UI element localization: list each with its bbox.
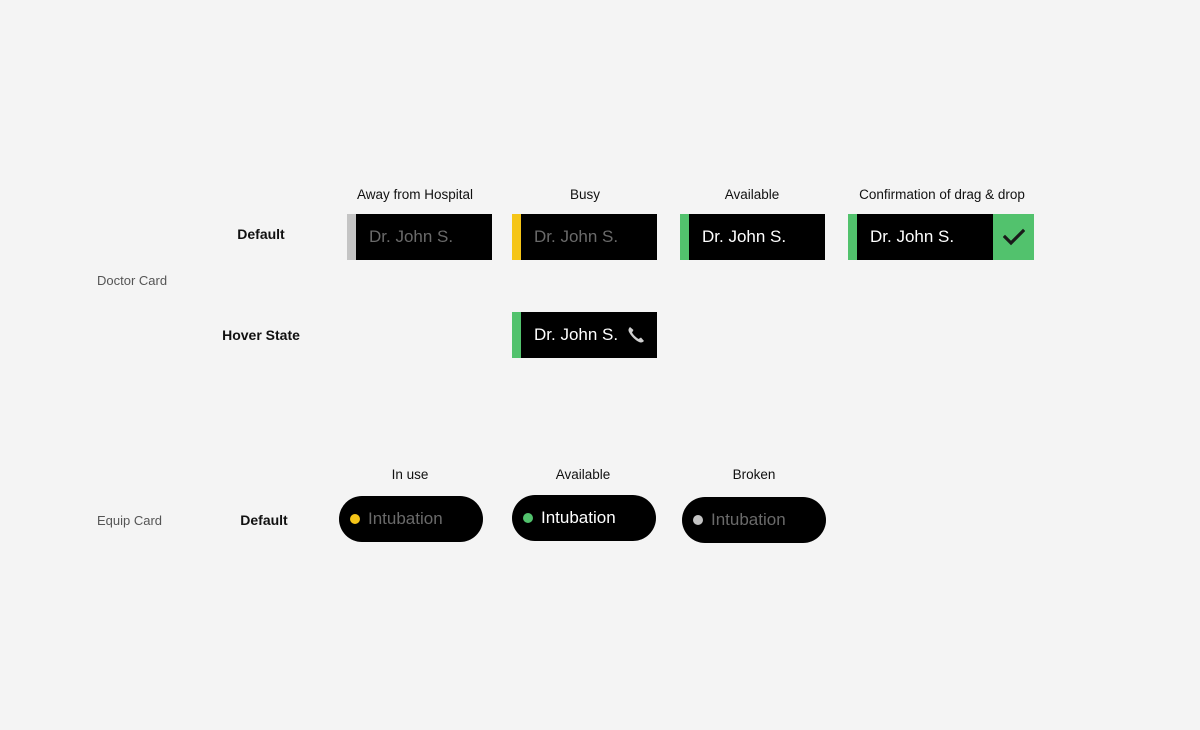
equip-name: Intubation (711, 510, 786, 529)
equip-card-in-use[interactable]: Intubation (339, 496, 483, 542)
doctor-card-away[interactable]: Dr. John S. (347, 214, 492, 260)
col-head-confirmation: Confirmation of drag & drop (859, 187, 1025, 202)
status-dot-available (523, 513, 533, 523)
status-stripe-available (848, 214, 857, 260)
doctor-card-hover[interactable]: Dr. John S. (512, 312, 657, 358)
equip-card-broken[interactable]: Intubation (682, 497, 826, 543)
phone-icon[interactable] (623, 325, 649, 345)
doctor-card-section-label: Doctor Card (97, 273, 168, 288)
status-stripe-busy (512, 214, 521, 260)
col-head-equip-available: Available (555, 467, 611, 482)
equip-card-section-label: Equip Card (97, 513, 163, 528)
doctor-row-default-label: Default (237, 226, 285, 242)
doctor-name: Dr. John S. (534, 227, 619, 246)
doctor-name: Dr. John S. (369, 227, 454, 246)
doctor-name: Dr. John S. (702, 227, 787, 246)
doctor-card-available[interactable]: Dr. John S. (680, 214, 825, 260)
status-stripe-available (680, 214, 689, 260)
equip-name: Intubation (368, 509, 443, 528)
status-dot-in-use (350, 514, 360, 524)
doctor-card-busy[interactable]: Dr. John S. (512, 214, 657, 260)
equip-row-default-label: Default (240, 512, 288, 528)
col-head-in-use: In use (391, 467, 429, 482)
equip-name: Intubation (541, 508, 616, 527)
doctor-card-confirmed[interactable]: Dr. John S. (848, 214, 1034, 260)
doctor-row-hover-label: Hover State (222, 327, 300, 343)
status-dot-broken (693, 515, 703, 525)
doctor-name: Dr. John S. (870, 227, 955, 246)
col-head-broken: Broken (732, 467, 776, 482)
col-head-available: Available (724, 187, 780, 202)
check-icon (993, 214, 1034, 260)
col-head-busy: Busy (569, 187, 600, 202)
status-stripe-available (512, 312, 521, 358)
doctor-name: Dr. John S. (534, 325, 619, 344)
equip-card-available[interactable]: Intubation (512, 495, 656, 541)
col-head-away: Away from Hospital (356, 187, 474, 202)
status-stripe-away (347, 214, 356, 260)
